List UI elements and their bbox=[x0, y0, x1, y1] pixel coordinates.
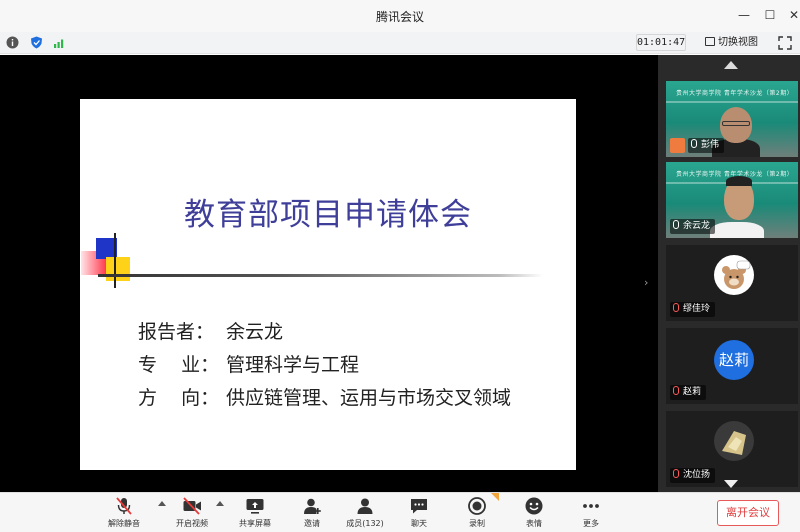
window-title: 腾讯会议 bbox=[375, 10, 424, 24]
participant-tile[interactable]: 赵莉 赵莉 bbox=[666, 328, 798, 404]
participant-nametag: 彭伟 bbox=[688, 138, 725, 153]
unmute-label: 解除静音 bbox=[108, 519, 140, 528]
participant-name: 缪佳玲 bbox=[683, 304, 711, 314]
minimize-icon[interactable]: — bbox=[736, 7, 752, 23]
participant-avatar: 赵莉 bbox=[714, 340, 754, 380]
scroll-up-icon[interactable] bbox=[724, 61, 738, 69]
slide-presenter-line: 报告者： 余云龙 bbox=[138, 317, 283, 344]
fullscreen-icon[interactable] bbox=[778, 36, 792, 50]
title-bar: 腾讯会议 — ☐ ✕ bbox=[0, 0, 800, 32]
reactions-label: 表情 bbox=[526, 519, 542, 528]
info-icon[interactable] bbox=[6, 36, 19, 49]
participant-tile[interactable]: 缪佳玲 bbox=[666, 245, 798, 321]
switch-view-label: 切换视图 bbox=[718, 37, 758, 48]
video-banner-text: 贵州大学商学院 青年学术沙龙（第2期） bbox=[676, 90, 794, 97]
slide-line-label: 方 向： bbox=[138, 387, 220, 409]
chat-icon bbox=[411, 499, 427, 514]
participant-avatar bbox=[714, 421, 754, 461]
scroll-down-icon[interactable] bbox=[724, 480, 738, 488]
participant-name: 赵莉 bbox=[683, 387, 702, 397]
share-screen-label: 共享屏幕 bbox=[239, 519, 271, 528]
shield-icon[interactable] bbox=[30, 36, 43, 49]
share-screen-button[interactable]: 共享屏幕 bbox=[227, 496, 283, 531]
participant-name: 余云龙 bbox=[683, 221, 711, 231]
participant-panel: 贵州大学商学院 青年学术沙龙（第2期） 彭伟 贵州大学商学院 青年学术沙龙（第2… bbox=[658, 55, 800, 492]
participant-avatar bbox=[714, 255, 754, 295]
slide-line-value: 供应链管理、运用与市场交叉领域 bbox=[226, 387, 512, 409]
participant-name: 沈位扬 bbox=[683, 470, 711, 480]
slide-line-label: 报告者： bbox=[138, 321, 215, 343]
switch-view-icon bbox=[705, 37, 715, 46]
record-icon bbox=[468, 497, 486, 515]
video-off-icon bbox=[183, 497, 201, 515]
signal-icon[interactable] bbox=[53, 36, 66, 49]
more-label: 更多 bbox=[583, 519, 599, 528]
participant-video bbox=[710, 222, 764, 238]
chat-label: 聊天 bbox=[411, 519, 427, 528]
participant-tile[interactable]: 贵州大学商学院 青年学术沙龙（第2期） 彭伟 bbox=[666, 81, 798, 157]
participant-nametag: 沈位扬 bbox=[670, 468, 716, 483]
meeting-status-bar: 01:01:47 切换视图 bbox=[0, 32, 800, 54]
maximize-icon[interactable]: ☐ bbox=[762, 7, 778, 23]
start-video-label: 开启视频 bbox=[176, 519, 208, 528]
slide-direction-line: 方 向： 供应链管理、运用与市场交叉领域 bbox=[138, 383, 511, 410]
members-label: 成员(132) bbox=[346, 519, 384, 528]
shared-screen-area: 教育部项目申请体会 报告者： 余云龙 专 业： 管理科学与工程 方 向： 供应链管理、… bbox=[0, 55, 658, 492]
mic-muted-icon bbox=[673, 303, 679, 312]
start-video-button[interactable]: 开启视频 bbox=[164, 496, 220, 531]
glasses-detail bbox=[722, 121, 750, 126]
meeting-timer: 01:01:47 bbox=[636, 34, 686, 51]
slide-line-value: 管理科学与工程 bbox=[226, 354, 360, 376]
slide-title: 教育部项目申请体会 bbox=[184, 197, 472, 233]
bear-avatar-icon bbox=[722, 260, 751, 289]
slide-line-label: 专 业： bbox=[138, 354, 220, 376]
new-feature-badge bbox=[491, 493, 499, 501]
more-icon bbox=[583, 504, 599, 508]
participant-nametag: 赵莉 bbox=[670, 385, 707, 400]
collapse-panel-icon[interactable]: › bbox=[644, 276, 648, 289]
mic-icon bbox=[673, 220, 679, 229]
video-banner-strip bbox=[666, 101, 798, 103]
photo-avatar-icon bbox=[722, 431, 746, 455]
more-button[interactable]: 更多 bbox=[563, 496, 619, 531]
mic-muted-icon bbox=[673, 469, 679, 478]
participant-nametag: 缪佳玲 bbox=[670, 302, 716, 317]
slide-line-value: 余云龙 bbox=[226, 321, 284, 343]
invite-button[interactable]: 邀请 bbox=[284, 496, 340, 531]
participant-name: 彭伟 bbox=[701, 140, 720, 150]
participant-tile[interactable]: 贵州大学商学院 青年学术沙龙（第2期） 余云龙 bbox=[666, 162, 798, 238]
mic-icon bbox=[691, 139, 697, 148]
emoji-icon bbox=[525, 497, 543, 515]
share-screen-icon bbox=[246, 499, 264, 514]
video-options-chevron-icon[interactable] bbox=[216, 501, 224, 506]
tencent-meeting-window: 腾讯会议 — ☐ ✕ 01:01:47 切换视图 教育部项目申请体会 报告者： … bbox=[0, 0, 800, 532]
mic-muted-icon bbox=[673, 386, 679, 395]
record-button[interactable]: 录制 bbox=[449, 493, 505, 531]
meeting-toolbar: 解除静音 开启视频 共享屏幕 邀请 成员(132) 聊天 录制 表情 更多 离开… bbox=[0, 492, 800, 532]
mic-muted-icon bbox=[116, 497, 132, 515]
slide-divider bbox=[98, 274, 543, 277]
host-badge-icon bbox=[670, 138, 685, 153]
record-label: 录制 bbox=[469, 519, 485, 528]
hair-detail bbox=[726, 176, 752, 186]
slide-decoration bbox=[114, 233, 116, 288]
invite-label: 邀请 bbox=[304, 519, 320, 528]
slide-decoration bbox=[106, 257, 130, 281]
close-icon[interactable]: ✕ bbox=[786, 7, 800, 23]
invite-icon bbox=[304, 498, 321, 514]
chat-button[interactable]: 聊天 bbox=[391, 496, 447, 531]
participant-tile[interactable]: 沈位扬 bbox=[666, 411, 798, 487]
presentation-slide: 教育部项目申请体会 报告者： 余云龙 专 业： 管理科学与工程 方 向： 供应链管理、… bbox=[80, 99, 576, 470]
reactions-button[interactable]: 表情 bbox=[506, 496, 562, 531]
unmute-button[interactable]: 解除静音 bbox=[96, 496, 152, 531]
members-icon bbox=[357, 498, 373, 514]
participant-nametag: 余云龙 bbox=[670, 219, 716, 234]
switch-view-button[interactable]: 切换视图 bbox=[705, 35, 758, 51]
leave-meeting-button[interactable]: 离开会议 bbox=[717, 500, 779, 526]
members-button[interactable]: 成员(132) bbox=[337, 496, 393, 531]
slide-major-line: 专 业： 管理科学与工程 bbox=[138, 350, 359, 377]
